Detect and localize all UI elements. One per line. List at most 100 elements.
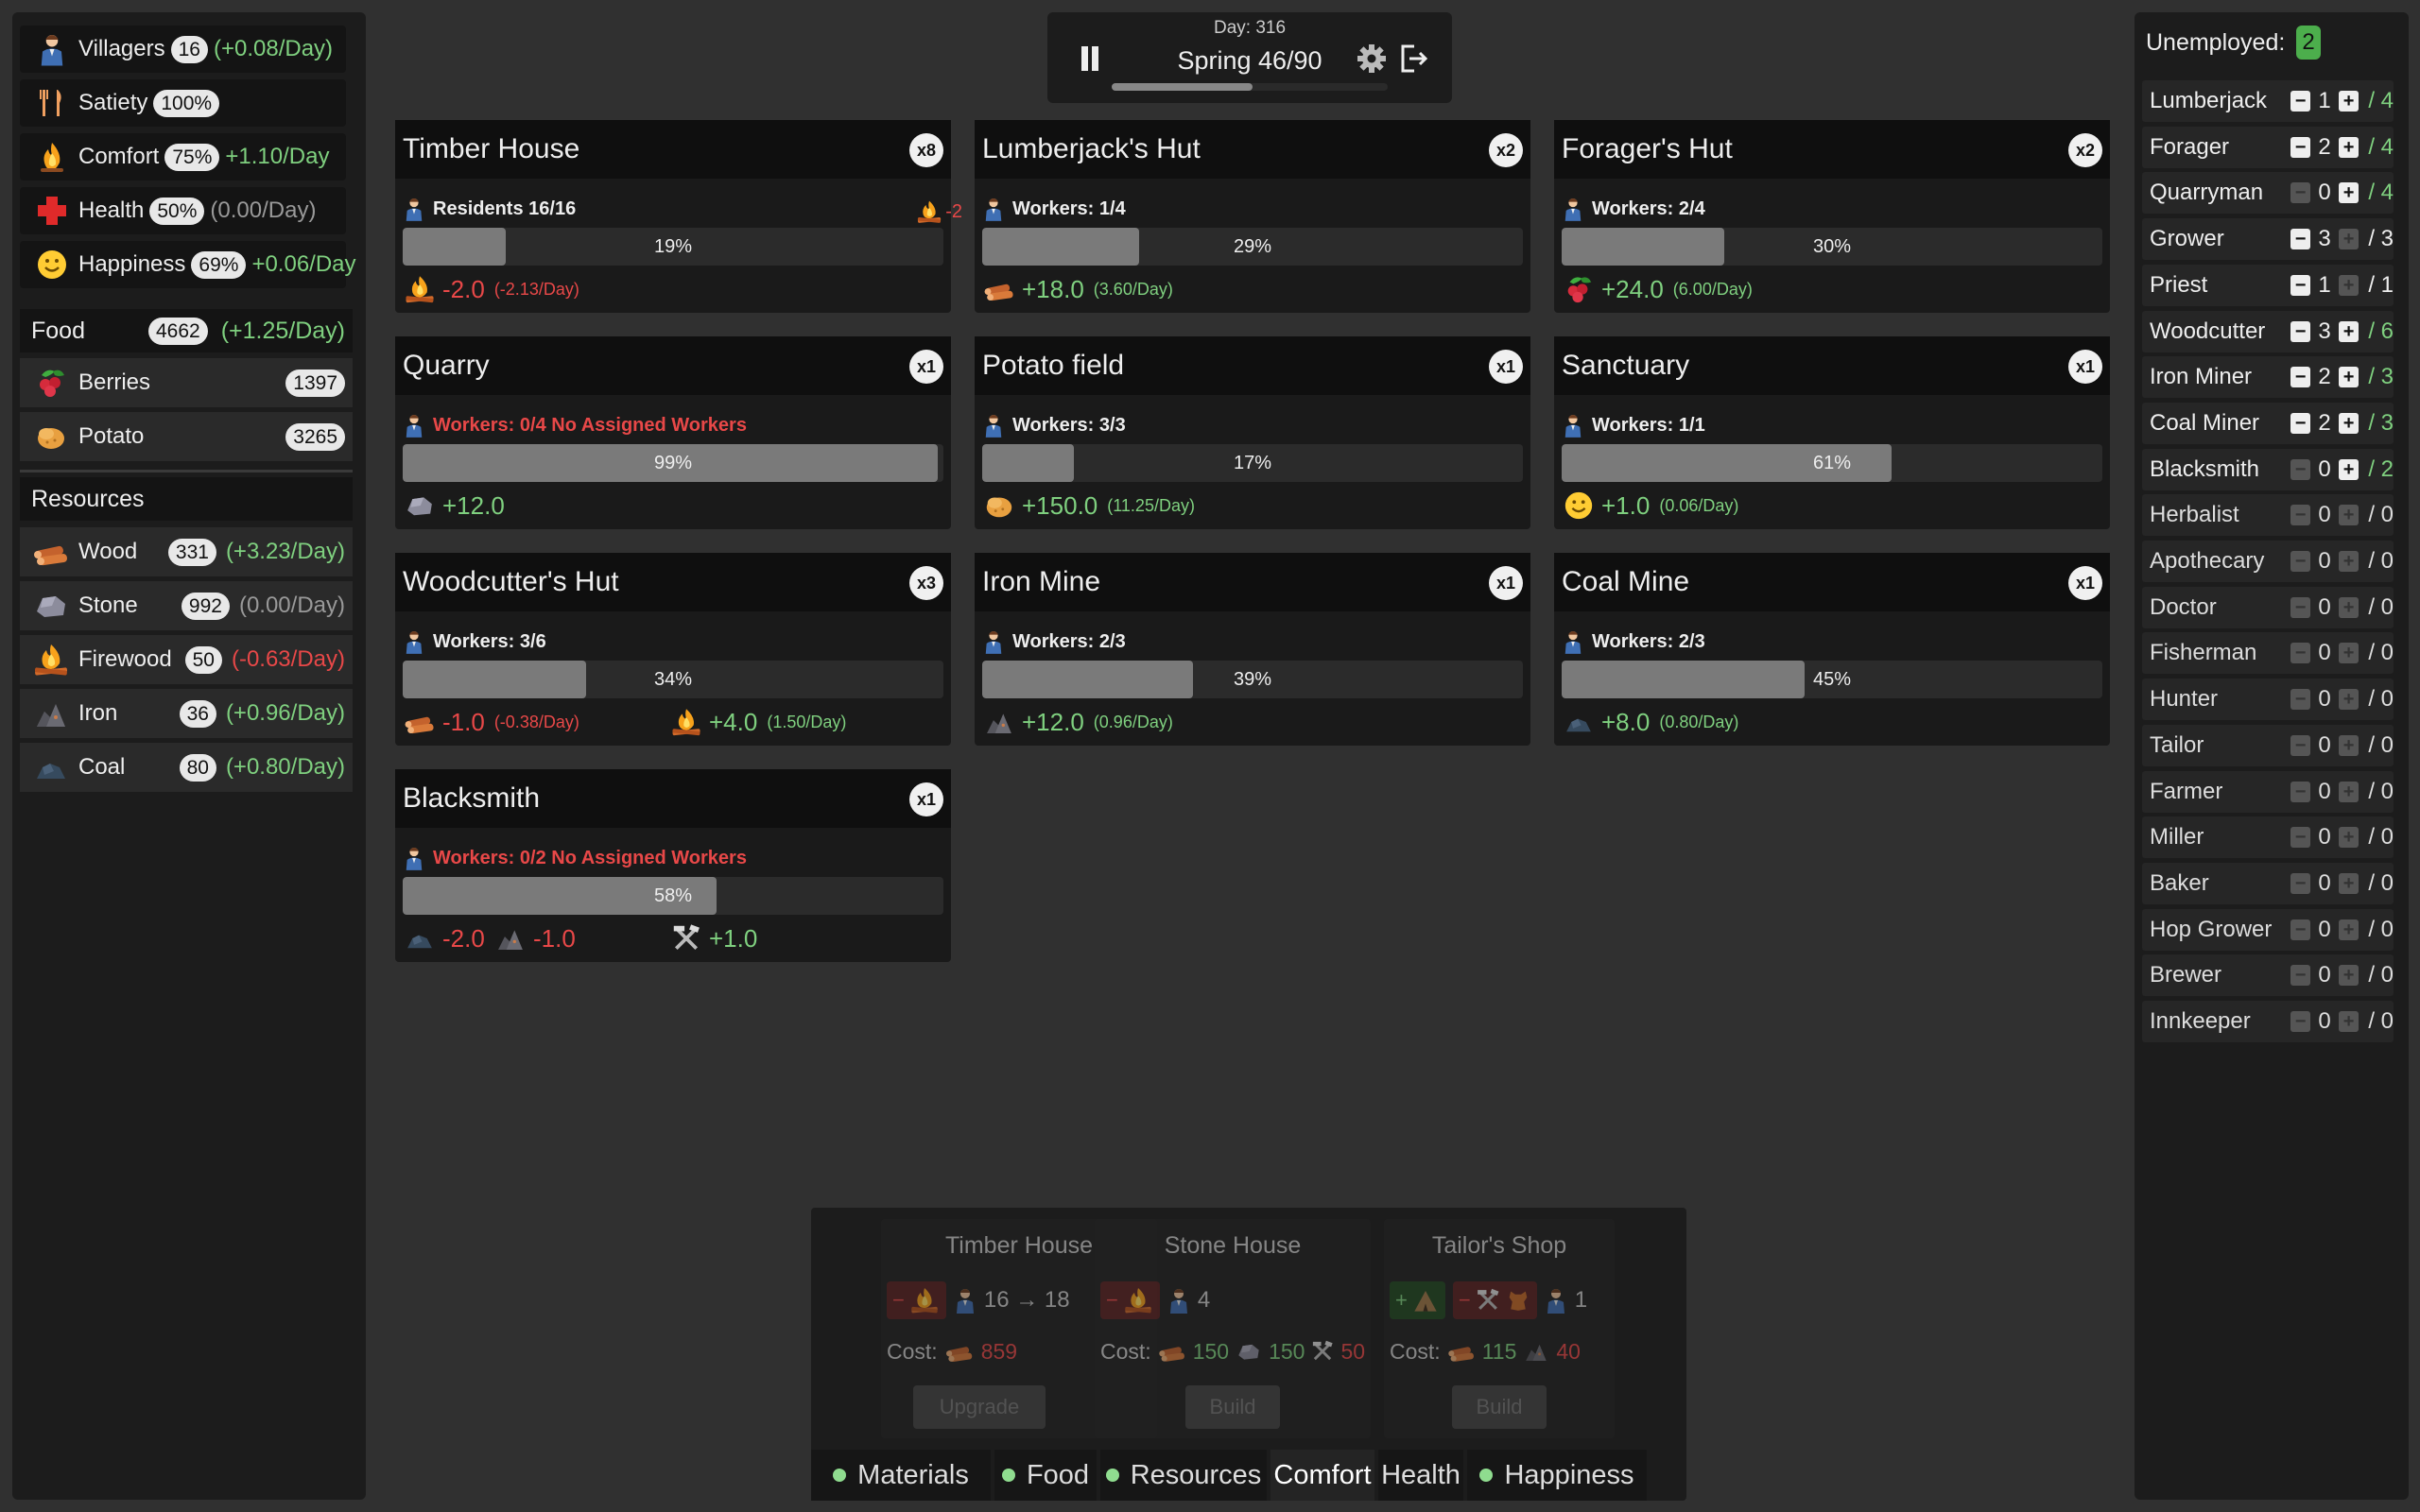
decrement-button[interactable]: − — [2290, 91, 2311, 112]
decrement-button[interactable]: − — [2290, 505, 2311, 526]
decrement-button[interactable]: − — [2290, 1011, 2311, 1032]
stat-comfort: Comfort 75% +1.10/Day — [20, 133, 346, 180]
building-card[interactable]: Quarry x1 Workers: 0/4 No Assigned Workers… — [395, 336, 951, 529]
job-row: Forager −2 + / 4 — [2142, 126, 2394, 168]
building-count-badge: x2 — [2068, 133, 2102, 167]
increment-button[interactable]: + — [2338, 872, 2360, 894]
decrement-button[interactable]: − — [2290, 458, 2311, 480]
decrement-button[interactable]: − — [2290, 596, 2311, 618]
increment-button[interactable]: + — [2338, 229, 2360, 250]
production-output: +1.0 — [669, 922, 757, 954]
building-card[interactable]: Woodcutter's Hut x3 Workers: 3/6 34% -1.0 (-0… — [395, 553, 951, 746]
tab-materials[interactable]: Materials — [811, 1450, 991, 1501]
increment-button[interactable]: + — [2338, 734, 2360, 756]
increment-button[interactable]: + — [2338, 91, 2360, 112]
job-capacity: / 0 — [2368, 778, 2394, 804]
resource-wood: Wood 331 (+3.23/Day) — [20, 527, 353, 576]
increment-button[interactable]: + — [2338, 1011, 2360, 1032]
workers-text: Workers: 3/3 — [1012, 414, 1126, 436]
increment-button[interactable]: + — [2338, 596, 2360, 618]
food-header[interactable]: Food 4662 (+1.25/Day) — [20, 309, 353, 352]
cost-tools: 50 — [1340, 1338, 1366, 1364]
wood-logs-icon — [982, 273, 1016, 305]
building-card[interactable]: Timber House x8 Residents 16/16 -2 19% -2.0 (-… — [395, 120, 962, 313]
gear-icon[interactable] — [1356, 43, 1388, 75]
decrement-button[interactable]: − — [2290, 689, 2311, 711]
increment-button[interactable]: + — [2338, 919, 2360, 940]
tab-resources[interactable]: Resources — [1100, 1450, 1267, 1501]
left-status-panel: Villagers 16 (+0.08/Day) Satiety 100% Co… — [12, 12, 366, 1500]
decrement-button[interactable]: − — [2290, 274, 2311, 296]
resource-label: Iron — [78, 700, 118, 726]
decrement-button[interactable]: − — [2290, 136, 2311, 158]
building-name: Quarry — [403, 350, 490, 381]
increment-button[interactable]: + — [2338, 643, 2360, 664]
food-item-potato: Potato 3265 — [20, 412, 353, 461]
increment-button[interactable]: + — [2338, 689, 2360, 711]
production-output: -1.0 (-0.38/Day) — [403, 706, 579, 738]
output-value: +150.0 — [1022, 490, 1098, 520]
resource-firewood: Firewood 50 (-0.63/Day) — [20, 635, 353, 684]
building-card[interactable]: Forager's Hut x2 Workers: 2/4 30% +24.0 (6.00… — [1554, 120, 2110, 313]
decrement-button[interactable]: − — [2290, 734, 2311, 756]
upgrade-button[interactable]: Upgrade — [913, 1385, 1046, 1429]
decrement-button[interactable]: − — [2290, 965, 2311, 987]
decrement-button[interactable]: − — [2290, 229, 2311, 250]
decrement-button[interactable]: − — [2290, 367, 2311, 388]
iron-ore-icon — [493, 922, 527, 954]
resources-header[interactable]: Resources — [20, 477, 353, 521]
increment-button[interactable]: + — [2338, 412, 2360, 434]
resource-value: 36 — [179, 699, 216, 728]
job-capacity: / 2 — [2368, 455, 2394, 482]
tab-label: Food — [1026, 1459, 1090, 1490]
building-count-badge: x2 — [1489, 133, 1523, 167]
increment-button[interactable]: + — [2338, 320, 2360, 342]
build-button[interactable]: Build — [1452, 1385, 1547, 1429]
tab-comfort[interactable]: Comfort — [1270, 1450, 1374, 1501]
tab-label: Comfort — [1273, 1459, 1372, 1490]
building-card[interactable]: Sanctuary x1 Workers: 1/1 61% +1.0 (0.06/Day) — [1554, 336, 2110, 529]
tab-health[interactable]: Health — [1378, 1450, 1463, 1501]
job-capacity: / 0 — [2368, 593, 2394, 620]
decrement-button[interactable]: − — [2290, 551, 2311, 572]
decrement-button[interactable]: − — [2290, 919, 2311, 940]
job-name: Blacksmith — [2150, 455, 2260, 482]
increment-button[interactable]: + — [2338, 274, 2360, 296]
day-progress-fill — [1112, 83, 1253, 91]
build-button[interactable]: Build — [1185, 1385, 1280, 1429]
tab-happiness[interactable]: Happiness — [1467, 1450, 1647, 1501]
building-card[interactable]: Potato field x1 Workers: 3/3 17% +150.0 (11.2… — [975, 336, 1530, 529]
decrement-button[interactable]: − — [2290, 643, 2311, 664]
coal-icon — [403, 922, 437, 954]
building-name: Sanctuary — [1562, 350, 1690, 381]
wood-logs-icon — [403, 706, 437, 738]
increment-button[interactable]: + — [2338, 458, 2360, 480]
decrement-button[interactable]: − — [2290, 182, 2311, 204]
increment-button[interactable]: + — [2338, 182, 2360, 204]
tab-food[interactable]: Food — [994, 1450, 1097, 1501]
workers-line: Workers: 1/1 — [1562, 412, 1705, 438]
increment-button[interactable]: + — [2338, 551, 2360, 572]
increment-button[interactable]: + — [2338, 781, 2360, 802]
decrement-button[interactable]: − — [2290, 781, 2311, 802]
increment-button[interactable]: + — [2338, 136, 2360, 158]
increment-button[interactable]: + — [2338, 505, 2360, 526]
decrement-button[interactable]: − — [2290, 320, 2311, 342]
output-rate: (3.60/Day) — [1093, 279, 1173, 299]
building-card[interactable]: Lumberjack's Hut x2 Workers: 1/4 29% +18.0 (3… — [975, 120, 1530, 313]
decrement-button[interactable]: − — [2290, 827, 2311, 849]
decrement-button[interactable]: − — [2290, 872, 2311, 894]
increment-button[interactable]: + — [2338, 827, 2360, 849]
decrement-button[interactable]: − — [2290, 412, 2311, 434]
time-control-bar: Day: 316 Spring 46/90 — [1047, 12, 1452, 103]
stone-icon — [1235, 1338, 1263, 1365]
increment-button[interactable]: + — [2338, 367, 2360, 388]
building-card[interactable]: Blacksmith x1 Workers: 0/2 No Assigned Wor… — [395, 769, 951, 962]
building-card[interactable]: Coal Mine x1 Workers: 2/3 45% +8.0 (0.80/Day) — [1554, 553, 2110, 746]
fork-knife-icon — [35, 86, 69, 120]
status-dot — [1105, 1469, 1119, 1482]
resource-label: Firewood — [78, 646, 172, 672]
increment-button[interactable]: + — [2338, 965, 2360, 987]
building-card[interactable]: Iron Mine x1 Workers: 2/3 39% +12.0 (0.96/Day… — [975, 553, 1530, 746]
exit-icon[interactable] — [1397, 43, 1429, 75]
